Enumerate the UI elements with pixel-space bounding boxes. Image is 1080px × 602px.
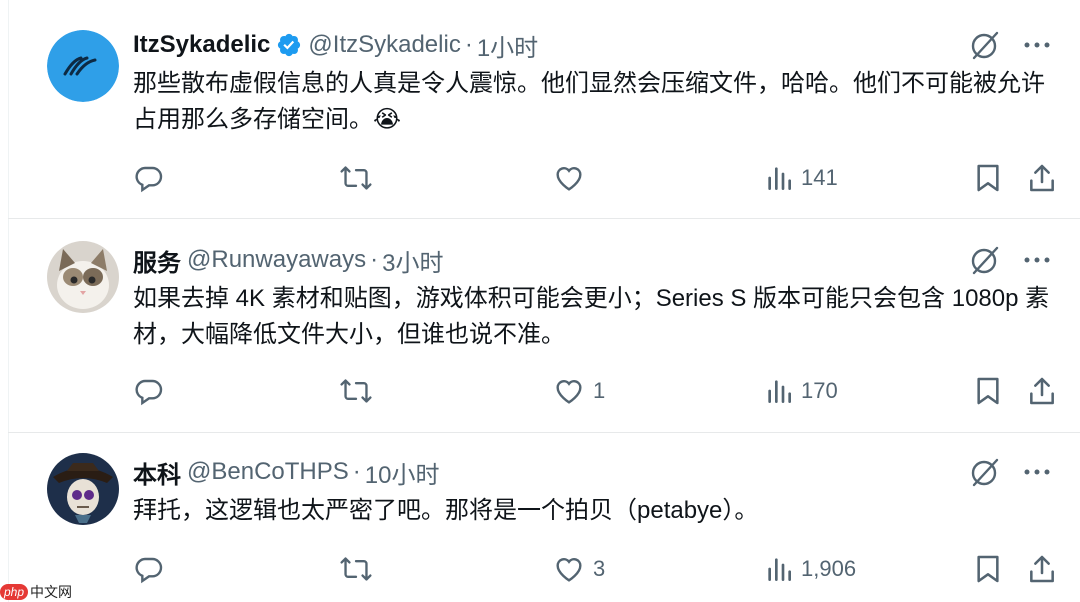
action-bar: 3 1,906 (133, 549, 1054, 589)
retweet-button[interactable] (339, 371, 381, 411)
bookmark-icon (977, 164, 999, 192)
bookmark-button[interactable] (973, 158, 1003, 198)
bookmark-button[interactable] (973, 371, 1003, 411)
avatar[interactable] (47, 241, 119, 313)
like-count: 1 (593, 378, 606, 403)
views-button[interactable]: 141 (765, 158, 838, 198)
share-icon (1030, 555, 1054, 583)
views-icon (768, 380, 791, 403)
tweet-text: 如果去掉 4K 素材和贴图，游戏体积可能会更小；Series S 版本可能只会包… (133, 285, 1050, 348)
bookmark-icon (977, 377, 999, 405)
author-handle[interactable]: @Runwayaways (187, 246, 366, 274)
timestamp[interactable]: 1小时 (477, 28, 538, 63)
like-button[interactable] (553, 158, 593, 198)
avatar[interactable] (47, 453, 119, 525)
share-button[interactable] (1027, 371, 1057, 411)
like-button[interactable]: 1 (553, 371, 605, 411)
retweet-button[interactable] (339, 158, 381, 198)
share-button[interactable] (1027, 549, 1057, 589)
reply-icon (135, 166, 163, 193)
action-bar: 1 170 (133, 371, 1054, 411)
tweet-2[interactable]: 服务 @Runwayaways · 3小时 如果去掉 4K 素材和贴图，游戏体积… (8, 219, 1080, 432)
heart-icon (556, 167, 582, 191)
tweet-text: 拜托，这逻辑也太严密了吧。那将是一个拍贝（petabye）。 (133, 497, 759, 524)
like-button[interactable]: 3 (553, 549, 605, 589)
retweet-icon (340, 379, 372, 403)
timestamp[interactable]: 3小时 (382, 243, 443, 278)
tweet-text: 那些散布虚假信息的人真是令人震惊。他们显然会压缩文件，哈哈。他们不可能被允许占用… (133, 70, 1045, 133)
author-handle[interactable]: @ItzSykadelic (308, 31, 460, 59)
avatar[interactable] (47, 30, 119, 102)
tweet-3[interactable]: 本科 @BenCoTHPS · 10小时 拜托，这逻辑也太严密了吧。那将是一个拍… (8, 433, 1080, 602)
author-handle[interactable]: @BenCoTHPS (187, 458, 349, 486)
views-icon (768, 558, 791, 581)
watermark-logo: php 中文网 (0, 582, 84, 602)
grok-icon[interactable] (968, 455, 1002, 489)
tweet-1[interactable]: ItzSykadelic @ItzSykadelic · 1小时 那些散布虚假信… (8, 0, 1080, 218)
like-count: 3 (593, 556, 606, 581)
share-button[interactable] (1027, 158, 1057, 198)
views-icon (768, 167, 791, 190)
timestamp[interactable]: 10小时 (365, 455, 440, 490)
views-button[interactable]: 170 (765, 371, 838, 411)
reply-button[interactable] (133, 549, 173, 589)
more-options-icon[interactable] (1020, 28, 1054, 62)
views-button[interactable]: 1,906 (765, 549, 856, 589)
action-bar: 141 (133, 158, 1054, 198)
views-count: 170 (801, 378, 838, 403)
more-options-icon[interactable] (1020, 455, 1054, 489)
separator-dot: · (464, 31, 473, 58)
author-name[interactable]: 本科 (133, 455, 181, 490)
share-icon (1030, 377, 1054, 405)
grok-icon[interactable] (968, 28, 1002, 62)
reply-icon (135, 379, 163, 406)
separator-dot: · (352, 458, 361, 485)
share-icon (1030, 164, 1054, 192)
reply-icon (135, 557, 163, 584)
verified-badge-icon (276, 32, 302, 58)
heart-icon (556, 380, 582, 404)
reply-button[interactable] (133, 158, 173, 198)
bookmark-icon (977, 555, 999, 583)
cat-photo-avatar (47, 241, 119, 313)
retweet-icon (340, 166, 372, 190)
sykadelic-logo-avatar (47, 30, 119, 102)
watermark-badge: php (0, 584, 29, 600)
pirate-skull-avatar (47, 453, 119, 525)
more-options-icon[interactable] (1020, 243, 1054, 277)
views-count: 1,906 (801, 556, 857, 581)
separator-dot: · (370, 246, 379, 273)
author-name[interactable]: ItzSykadelic (133, 31, 270, 59)
grok-icon[interactable] (968, 243, 1002, 277)
retweet-icon (340, 557, 372, 581)
watermark-text: 中文网 (30, 584, 73, 600)
author-name[interactable]: 服务 (133, 243, 181, 278)
heart-icon (556, 558, 582, 582)
bookmark-button[interactable] (973, 549, 1003, 589)
retweet-button[interactable] (339, 549, 381, 589)
reply-button[interactable] (133, 371, 173, 411)
